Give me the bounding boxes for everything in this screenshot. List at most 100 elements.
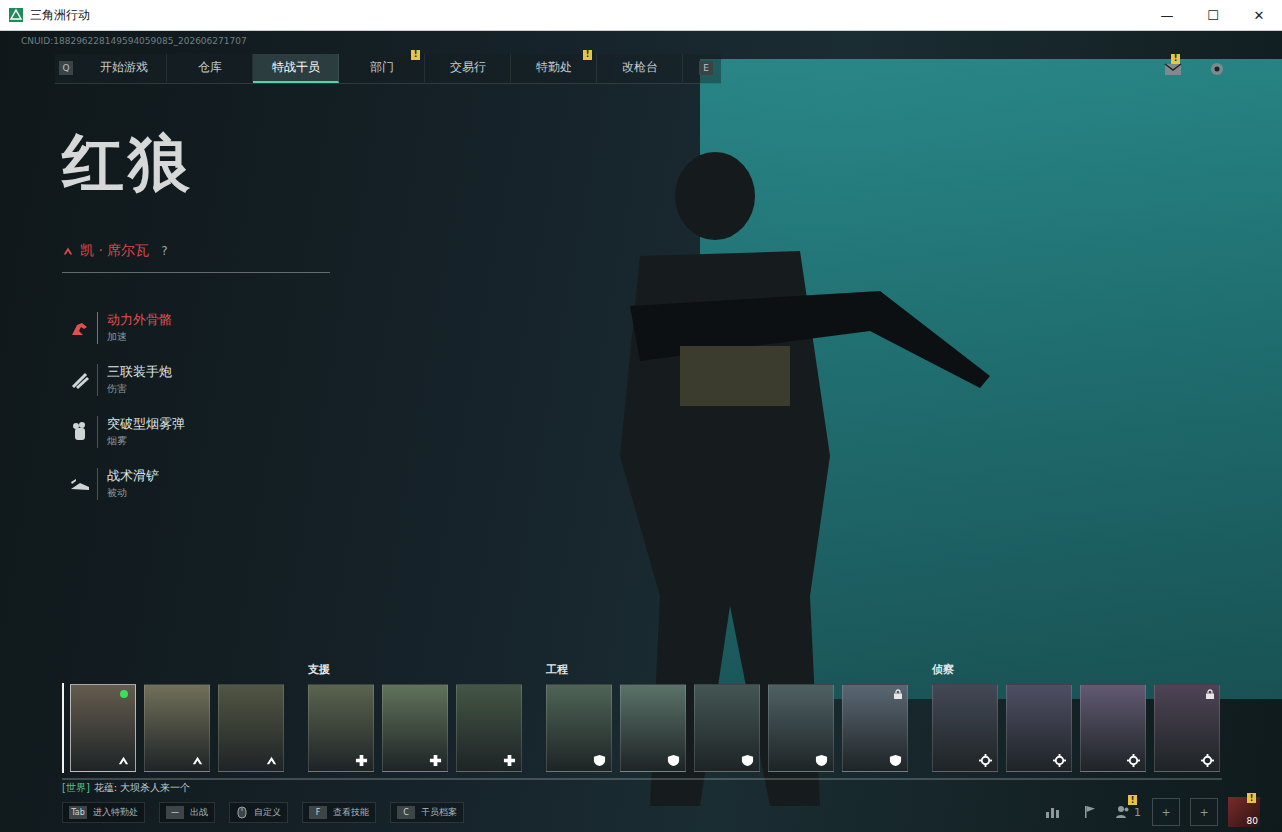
roster-group [70,662,284,772]
skill-type: 加速 [107,330,172,344]
support-role-icon [503,754,516,767]
friends-button[interactable]: 1! [1114,798,1142,826]
notice-badge: ! [1128,795,1137,805]
exoskeleton-icon [68,317,92,339]
operator-portrait[interactable] [768,684,834,772]
window-control-button[interactable]: ☐ [1190,8,1236,23]
mail-button[interactable]: ! [1162,58,1184,80]
chat-line: [世界]花蕴: 大坝杀人来一个 [0,780,1282,796]
operator-roster: 支援 工程 侦察 [0,662,1282,772]
notice-badge: ! [583,50,592,60]
skill-name: 战术滑铲 [107,467,159,485]
operator-portrait[interactable] [694,684,760,772]
roster-group: 侦察 [932,662,1220,772]
operator-portrait[interactable] [1154,684,1220,772]
engineer-role-icon [593,754,606,767]
operator-portrait[interactable] [1006,684,1072,772]
operator-portrait[interactable] [308,684,374,772]
slot-button[interactable]: + [1190,798,1218,826]
skill-name: 三联装手炮 [107,363,172,381]
hotkey-label: 进入特勤处 [93,806,138,819]
hotkey-label: 自定义 [254,806,281,819]
recon-role-icon [1053,754,1066,767]
roster-scrollbar[interactable] [62,778,1222,780]
skill-type: 烟雾 [107,434,185,448]
operator-portrait[interactable] [70,684,136,772]
engineer-role-icon [667,754,680,767]
window-control-button[interactable]: — [1144,8,1190,23]
skill-item[interactable]: 动力外骨骼加速 [62,311,360,344]
operator-portrait[interactable] [620,684,686,772]
stats-icon [1044,804,1060,820]
skill-icon-box [62,364,98,396]
group-label: 工程 [546,662,908,678]
uid-label: CNUID:188296228149594059085_202606271707 [0,31,1282,48]
operator-portrait[interactable] [218,684,284,772]
assault-role-icon [191,754,204,767]
game-screen: CNUID:188296228149594059085_202606271707… [0,31,1282,832]
operator-name: 红狼 [62,132,360,194]
recon-role-icon [1201,754,1214,767]
nav-row: Q 开始游戏仓库特战干员部门!交易行特勤处!改枪台 E! [0,48,1282,84]
engineer-role-icon [889,754,902,767]
operator-codename: 凯 · 席尔瓦? [62,242,360,260]
nav-tab[interactable]: 特勤处! [511,54,597,83]
launcher-icon [68,369,92,391]
skill-item[interactable]: 三联装手炮伤害 [62,363,360,396]
operator-portrait[interactable] [842,684,908,772]
notice-badge: ! [411,50,420,60]
operator-portrait[interactable] [932,684,998,772]
selected-marker [62,683,64,773]
recon-role-icon [979,754,992,767]
assault-role-icon [62,245,74,257]
nav-tab[interactable]: 部门! [339,54,425,83]
operator-portrait[interactable] [1080,684,1146,772]
next-tab-key: E [699,61,713,75]
hotkey-label: 出战 [190,806,208,819]
operator-portrait[interactable] [546,684,612,772]
hotkey-label: 干员档案 [421,806,457,819]
nav-tab[interactable]: 交易行 [425,54,511,83]
settings-button[interactable] [1206,58,1228,80]
skill-item[interactable]: 战术滑铲被动 [62,467,360,500]
flag-button[interactable] [1076,798,1104,826]
slot-button[interactable]: + [1152,798,1180,826]
skill-icon-box [62,416,98,448]
prev-tab-key: Q [59,61,73,75]
hotkey-label: 查看技能 [333,806,369,819]
settings-icon [1208,61,1226,77]
window-control-button[interactable]: ✕ [1236,8,1282,23]
game-window: 三角洲行动—☐✕CNUID:188296228149594059085_2026… [0,0,1282,832]
mouse-icon [236,806,248,819]
hotkey-button[interactable]: Tab进入特勤处 [62,802,145,823]
group-label [70,662,284,678]
game-logo-icon [9,8,23,22]
hotkey-button[interactable]: —出战 [159,802,215,823]
assault-role-icon [265,754,278,767]
operator-portrait[interactable] [456,684,522,772]
help-button[interactable]: ? [161,244,167,258]
operator-portrait[interactable] [382,684,448,772]
hotkey-button[interactable]: C干员档案 [390,802,464,823]
nav-tab[interactable]: 特战干员 [253,54,339,83]
player-avatar[interactable]: 80! [1228,797,1260,827]
divider [62,272,330,273]
nav-tab[interactable]: 仓库 [167,54,253,83]
nav-tab[interactable]: 开始游戏 [81,54,167,83]
friends-icon [1115,804,1131,820]
stats-button[interactable] [1038,798,1066,826]
smoke-icon [68,421,92,443]
support-role-icon [429,754,442,767]
roster-group: 工程 [546,662,908,772]
bottom-bar: Tab进入特勤处 —出战 自定义 F查看技能 C干员档案 1! + +80! [0,796,1282,832]
nav-tabs: Q 开始游戏仓库特战干员部门!交易行特勤处!改枪台 E [55,54,721,84]
hotkey-button[interactable]: 自定义 [229,802,288,823]
hotkey-button[interactable]: F查看技能 [302,802,376,823]
nav-tab[interactable]: 改枪台 [597,54,683,83]
group-label: 支援 [308,662,522,678]
skill-list: 动力外骨骼加速三联装手炮伤害突破型烟雾弹烟雾战术滑铲被动 [62,311,360,500]
skill-type: 伤害 [107,382,172,396]
online-dot [120,690,128,698]
operator-portrait[interactable] [144,684,210,772]
skill-item[interactable]: 突破型烟雾弹烟雾 [62,415,360,448]
